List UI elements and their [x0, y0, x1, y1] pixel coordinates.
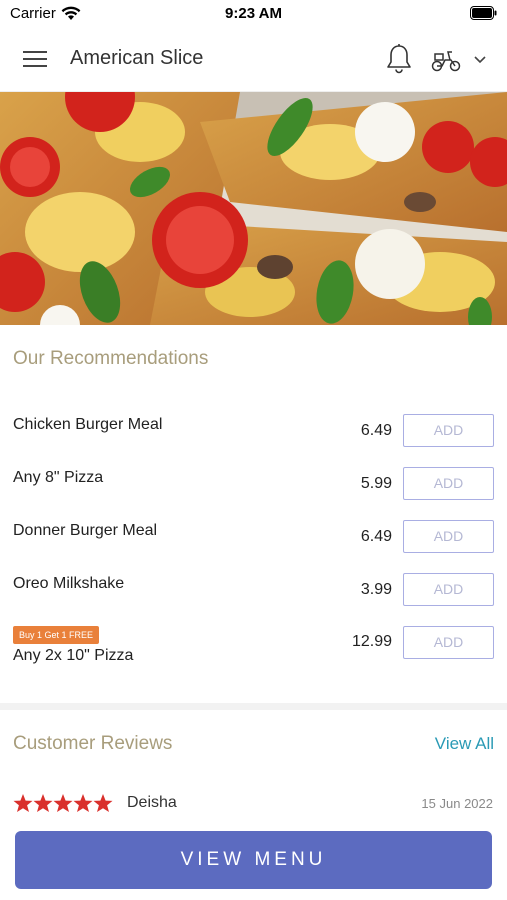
item-name: Chicken Burger Meal — [13, 416, 163, 433]
item-price: 12.99 — [351, 633, 392, 650]
add-button[interactable]: ADD — [403, 467, 494, 500]
item-name: Any 8" Pizza — [13, 469, 104, 486]
item-name: Oreo Milkshake — [13, 575, 125, 592]
item-name: Donner Burger Meal — [13, 522, 158, 539]
reviews-title: Customer Reviews — [13, 733, 173, 754]
item-price: 6.49 — [360, 422, 392, 439]
item-price: 5.99 — [360, 475, 392, 492]
list-item: Donner Burger Meal 6.49 ADD — [0, 510, 507, 563]
restaurant-title: American Slice — [70, 47, 204, 69]
review-date: 15 Jun 2022 — [421, 796, 493, 811]
hero-pizza-image — [0, 92, 507, 325]
item-price: 6.49 — [360, 528, 392, 545]
rating-stars — [13, 794, 113, 812]
add-button[interactable]: ADD — [403, 626, 494, 659]
hamburger-menu-icon[interactable] — [22, 48, 48, 70]
status-bar: Carrier 9:23 AM — [0, 0, 507, 28]
list-item: Any 2x 10" Pizza 12.99 ADD — [0, 616, 507, 669]
reviewer-name: Deisha — [127, 794, 177, 811]
add-button[interactable]: ADD — [403, 573, 494, 606]
item-price: 3.99 — [360, 581, 392, 598]
battery-icon — [470, 6, 497, 20]
list-item: Oreo Milkshake 3.99 ADD — [0, 563, 507, 616]
view-menu-button[interactable]: VIEW MENU — [15, 831, 492, 889]
star-icon — [13, 794, 113, 812]
status-time: 9:23 AM — [225, 5, 282, 22]
list-item: Any 8" Pizza 5.99 ADD — [0, 457, 507, 510]
item-name: Any 2x 10" Pizza — [13, 647, 134, 664]
add-button[interactable]: ADD — [403, 520, 494, 553]
bell-icon[interactable] — [384, 43, 414, 75]
app-header: American Slice — [0, 28, 507, 92]
section-divider — [0, 703, 507, 710]
recommendations-title: Our Recommendations — [13, 348, 209, 369]
scooter-icon[interactable] — [430, 47, 462, 73]
list-item: Chicken Burger Meal 6.49 ADD — [0, 404, 507, 457]
chevron-down-icon[interactable] — [472, 53, 488, 67]
view-all-link[interactable]: View All — [435, 734, 494, 754]
add-button[interactable]: ADD — [403, 414, 494, 447]
